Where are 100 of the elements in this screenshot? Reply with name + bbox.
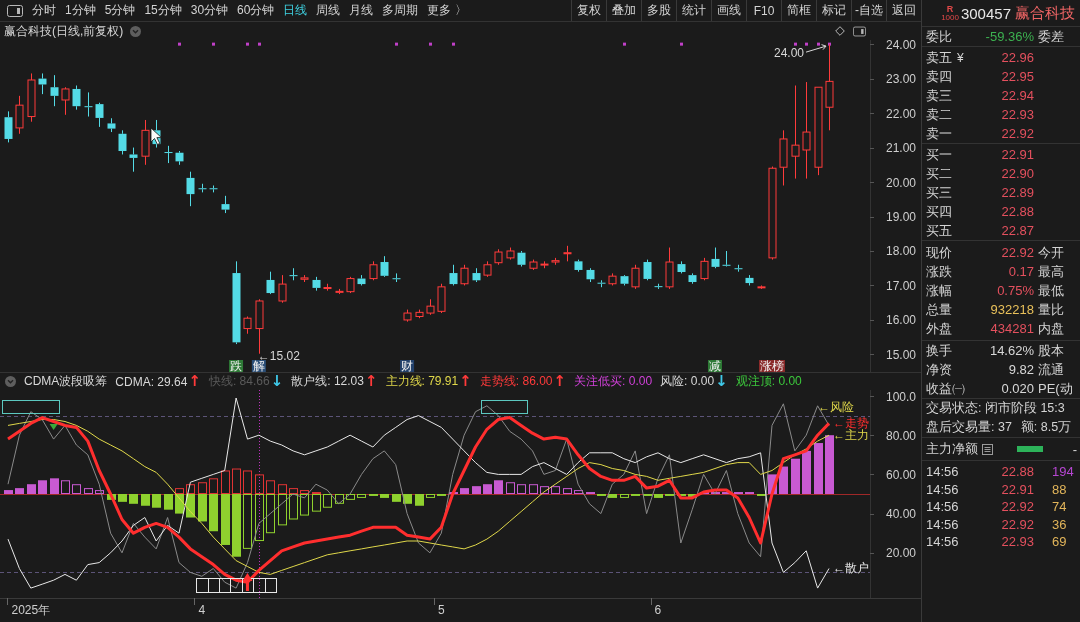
- quote-label: 净资: [926, 360, 952, 379]
- quote-label: 内盘: [1038, 319, 1065, 338]
- event-tag: 减: [707, 360, 722, 372]
- indicator-readout: 走势线: 86.00: [479, 373, 553, 390]
- quote-label: 最低: [1038, 281, 1065, 300]
- axis-label: 5: [437, 603, 445, 617]
- tick-volume: 194: [1052, 464, 1075, 480]
- quote-value: 14.62%: [988, 343, 1035, 358]
- axis-label: 16.00: [885, 313, 916, 328]
- axis-label: 80.00: [885, 428, 916, 443]
- quote-label: PE(动: [1038, 379, 1074, 398]
- stock-code: 300457: [960, 4, 1011, 22]
- trend-arrow: ↑: [553, 374, 567, 389]
- axis-label: 17.00: [885, 278, 916, 293]
- tick-time: 14:56: [926, 464, 959, 480]
- axis-label: 2025年: [11, 603, 51, 617]
- quote-label: 最高: [1038, 262, 1065, 281]
- trend-arrow: ↑: [364, 374, 378, 389]
- quote-value: 22.92: [1000, 126, 1035, 141]
- quote-value: 22.90: [1000, 166, 1035, 181]
- axis-label: 15.00: [885, 347, 916, 362]
- chart-title: 赢合科技(日线,前复权): [4, 22, 124, 40]
- indicator-name: CDMA波段吸筹: [24, 373, 108, 390]
- trend-arrow: ↑: [459, 374, 472, 389]
- axis-label: 6: [654, 603, 662, 617]
- tick-time: 14:56: [926, 481, 959, 497]
- tick-time: 14:56: [926, 499, 959, 515]
- tick-price: 22.91: [1000, 481, 1035, 497]
- event-tag: 解: [251, 360, 266, 372]
- axis-label: 19.00: [885, 210, 916, 224]
- indicator-readout: CDMA: 29.64: [115, 374, 188, 389]
- flow-value: -: [1072, 441, 1077, 457]
- currency-mark: ¥: [957, 50, 964, 65]
- quote-label: 委差: [1038, 27, 1065, 46]
- line-label: ←散户: [833, 561, 869, 576]
- stock-name: 赢合科技: [1015, 3, 1075, 23]
- event-tag: 财: [400, 360, 415, 372]
- quote-label: 涨跌: [926, 262, 952, 281]
- quote-label: 现价: [926, 243, 952, 262]
- indicator-readout: 主力线: 79.91: [385, 373, 459, 390]
- axis-label: 24.00: [885, 40, 916, 52]
- quote-value: 22.95: [1000, 69, 1035, 84]
- indicator-readout: 风险: 0.00: [660, 373, 715, 390]
- tick-price: 22.93: [1000, 534, 1035, 550]
- quote-label: 卖一: [926, 124, 952, 143]
- quote-label: 卖五: [926, 48, 952, 67]
- quote-label: 股本: [1038, 341, 1065, 360]
- trend-arrow: ↓: [715, 374, 728, 389]
- quote-label: 买三: [926, 183, 952, 202]
- axis-label: 40.00: [885, 507, 916, 522]
- quote-value: 22.96: [1000, 50, 1035, 65]
- axis-label: 18.00: [885, 244, 916, 259]
- tick-price: 22.92: [1000, 516, 1035, 532]
- quote-value: 932218: [989, 302, 1035, 317]
- trend-arrow: ↓: [270, 374, 284, 389]
- quote-label: 收益㈠: [926, 379, 965, 398]
- quote-label: 流通: [1038, 360, 1065, 379]
- line-label: ←风险: [818, 399, 854, 414]
- quote-value: 22.93: [1000, 107, 1035, 122]
- indicator-readout: 关注低买: 0.00: [574, 373, 653, 390]
- event-tag: 跌: [229, 360, 244, 372]
- status-text: 交易状态: 闭市阶段 15:3: [926, 400, 1065, 417]
- tick-volume: 36: [1052, 516, 1068, 532]
- axis-label: 23.00: [885, 72, 916, 87]
- axis-label: 22.00: [885, 106, 916, 121]
- axis-label: 20.00: [885, 175, 916, 190]
- quote-label: 今开: [1038, 243, 1065, 262]
- quote-label: 卖四: [926, 67, 952, 86]
- quote-label: 买五: [926, 221, 952, 240]
- quote-label: 卖二: [926, 105, 952, 124]
- trend-arrow: ↑: [188, 374, 201, 389]
- quote-value: 22.89: [1000, 185, 1035, 200]
- axis-label: 60.00: [885, 467, 916, 482]
- tick-price: 22.92: [1000, 499, 1035, 515]
- quote-label: 卖三: [926, 86, 952, 105]
- quote-label: 买四: [926, 202, 952, 221]
- axis-label: 21.00: [885, 141, 916, 156]
- quote-value: 0.020: [1000, 381, 1035, 396]
- quote-value: 22.91: [1000, 147, 1035, 162]
- tick-price: 22.88: [1000, 464, 1035, 480]
- axis-label: 4: [198, 603, 206, 617]
- event-tag: 涨榜: [759, 360, 785, 372]
- quote-label: 总量: [926, 300, 952, 319]
- indicator-readout: 快线: 84.66: [208, 373, 270, 390]
- indicator-readout: 散户线: 12.03: [291, 373, 364, 390]
- tick-time: 14:56: [926, 534, 959, 550]
- tick-time: 14:56: [926, 516, 959, 532]
- axis-label: 20.00: [885, 546, 916, 561]
- quote-value: 22.88: [1000, 204, 1035, 219]
- quote-value: 22.92: [1000, 245, 1035, 260]
- quote-value: 0.17: [1007, 264, 1035, 279]
- quote-label: 委比: [926, 27, 952, 46]
- quote-value: 434281: [989, 321, 1035, 336]
- quote-label: 买一: [926, 145, 952, 164]
- quote-value: 22.94: [1000, 88, 1035, 103]
- line-label: ←主力: [833, 428, 869, 443]
- quote-label: 量比: [1038, 300, 1065, 319]
- quote-label: 外盘: [926, 319, 952, 338]
- badge-text: 1000: [941, 13, 959, 22]
- indicator-readout: 观注顶: 0.00: [735, 373, 802, 390]
